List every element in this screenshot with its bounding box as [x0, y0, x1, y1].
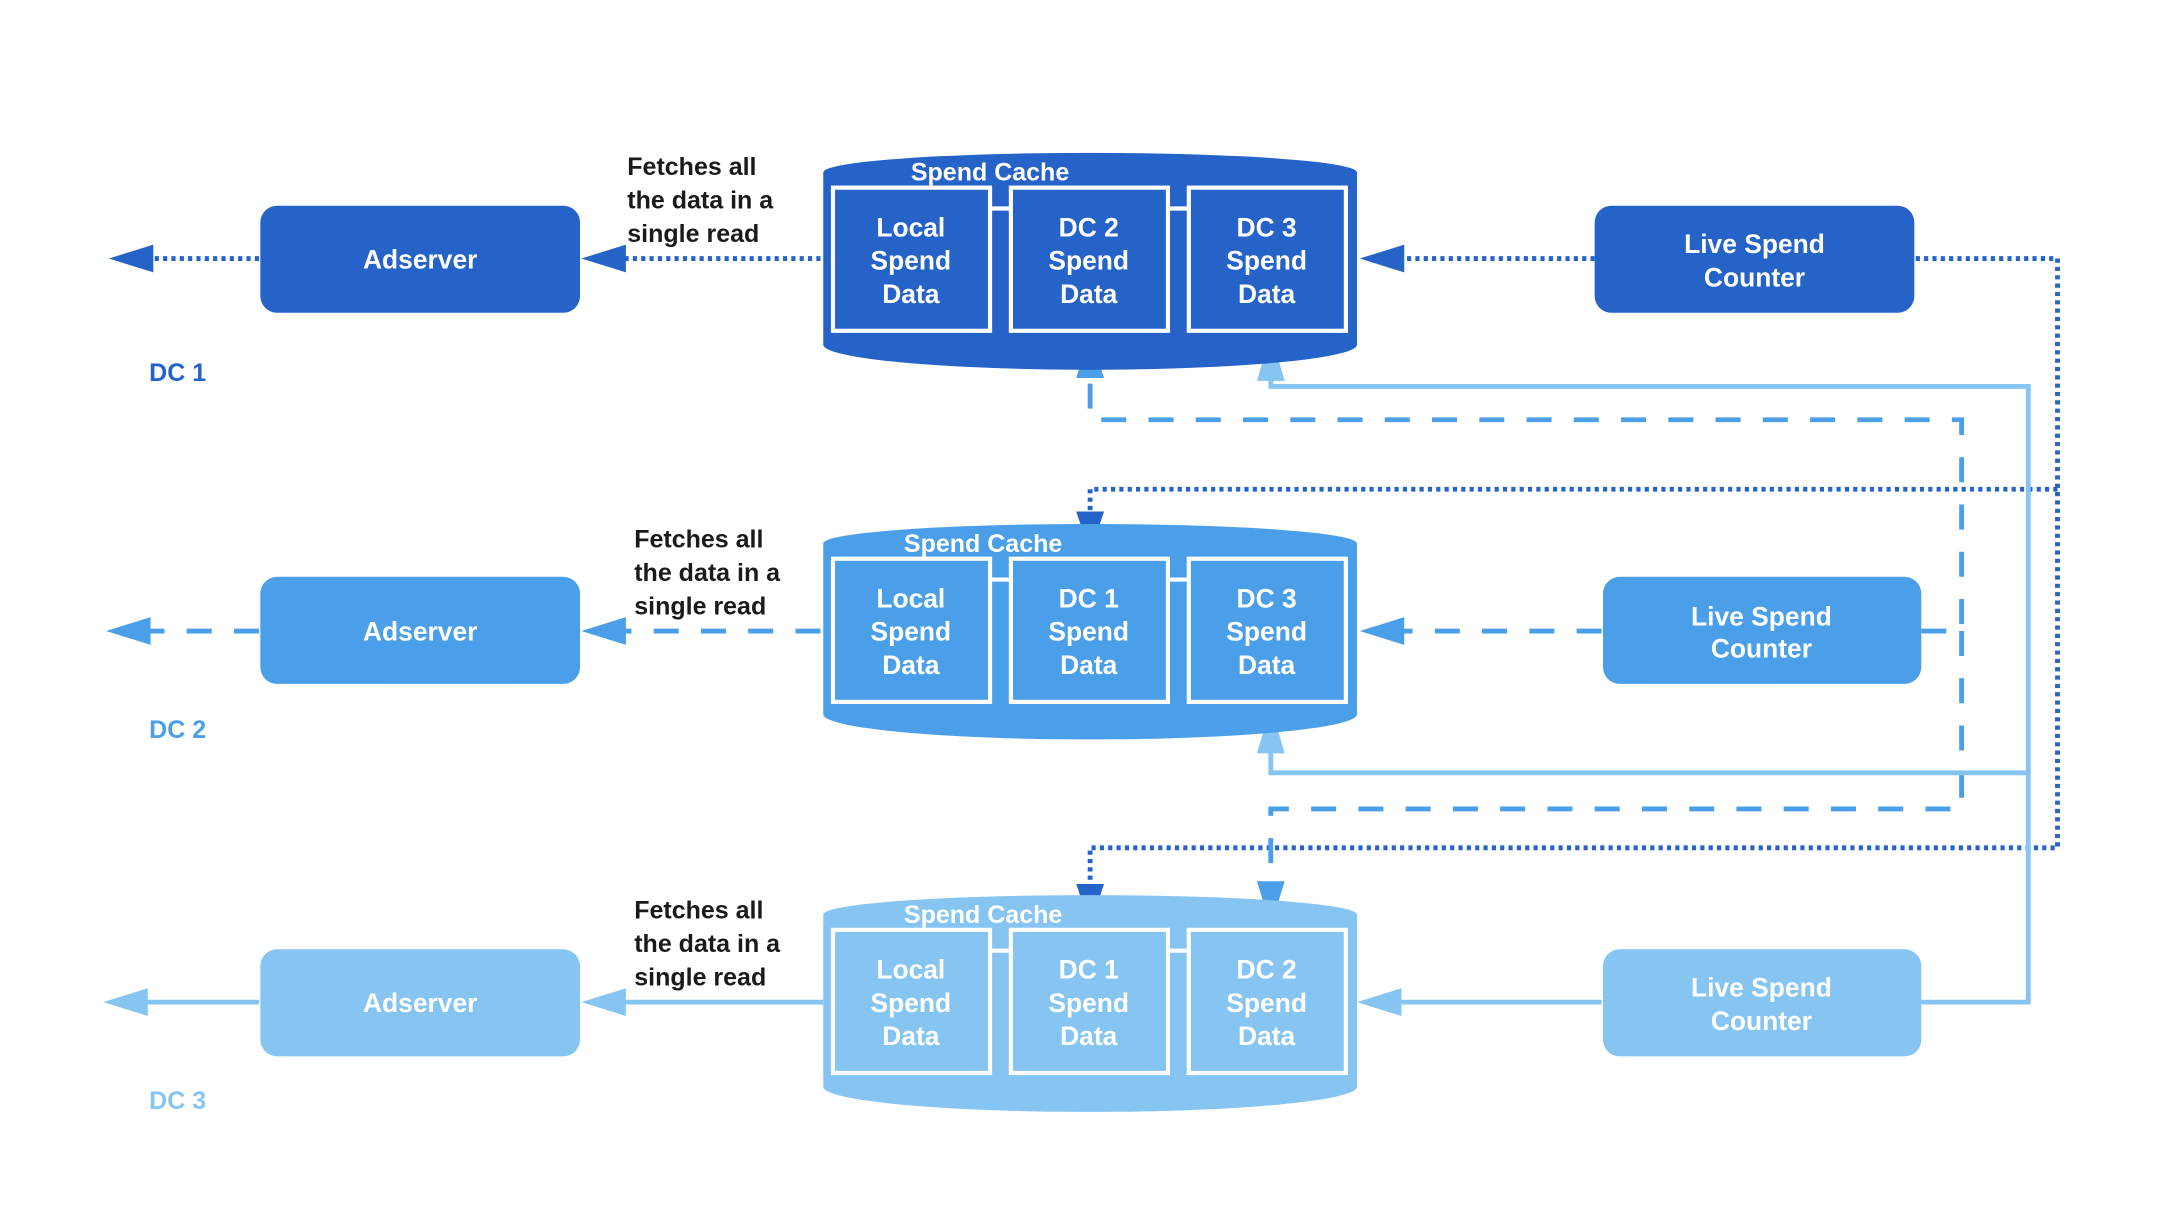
dc1-row: DC 1 Adserver Fetches all the data in a …	[149, 152, 1915, 387]
dc2-spend-cache[interactable]: Spend Cache Local Spend Data DC 1 Spend …	[823, 523, 1357, 740]
dc1-cache-title: Spend Cache	[911, 159, 1069, 187]
dc3-cache-to-adserver-arrow	[581, 988, 626, 1017]
dc1-counter-to-cache-arrow	[1359, 244, 1405, 273]
dc3-annotation: Fetches all the data in a single read	[634, 897, 781, 992]
dc3-cell-local: Local Spend Data	[870, 954, 951, 1051]
dc1-adserver-label: Adserver	[363, 244, 477, 274]
dc3-annotation-line-3: single read	[634, 963, 766, 991]
svg-text:Spend: Spend	[870, 617, 951, 647]
svg-text:Spend: Spend	[870, 246, 951, 276]
dc1-cell-dc2: DC 2 Spend Data	[1048, 212, 1129, 309]
svg-text:DC 1: DC 1	[1059, 583, 1119, 613]
dc1-counter-line-1: Live Spend	[1684, 229, 1825, 259]
dc3-counter-to-cache-arrow	[1356, 988, 1402, 1017]
svg-text:DC 3: DC 3	[1237, 212, 1297, 242]
svg-text:Local: Local	[876, 212, 945, 242]
dc2-cache-title: Spend Cache	[904, 530, 1062, 558]
dc1-annotation-line-1: Fetches all	[627, 153, 756, 181]
dc1-adserver-out-arrow	[108, 244, 154, 273]
dc2-cell-dc1: DC 1 Spend Data	[1048, 583, 1129, 680]
svg-text:Spend: Spend	[1226, 617, 1307, 647]
svg-text:Spend: Spend	[1048, 246, 1129, 276]
svg-text:Spend: Spend	[1048, 988, 1129, 1018]
dc1-live-spend-counter[interactable]: Live Spend Counter	[1594, 205, 1915, 313]
svg-text:Data: Data	[1238, 279, 1296, 309]
dc2-adserver-out-arrow	[106, 617, 151, 645]
dc2-adserver-node[interactable]: Adserver	[260, 576, 581, 684]
dc1-label: DC 1	[149, 359, 206, 387]
svg-text:Spend: Spend	[1226, 246, 1307, 276]
dc1-annotation-line-2: the data in a	[627, 186, 774, 214]
dc3-spend-cache[interactable]: Spend Cache Local Spend Data DC 1 Spend …	[823, 895, 1357, 1112]
dc2-annotation-line-2: the data in a	[634, 559, 781, 587]
svg-text:DC 2: DC 2	[1237, 954, 1297, 984]
dc3-label: DC 3	[149, 1087, 206, 1115]
dc2-adserver-label: Adserver	[363, 617, 477, 647]
svg-text:Data: Data	[882, 650, 940, 680]
svg-text:Spend: Spend	[1226, 988, 1307, 1018]
dc2-row: DC 2 Adserver Fetches all the data in a …	[149, 523, 1922, 744]
dc3-cache-title: Spend Cache	[904, 901, 1062, 929]
dc2-counter-line-2: Counter	[1711, 633, 1812, 663]
svg-text:Data: Data	[1238, 1021, 1296, 1051]
dc3-counter-to-dc2-line	[1268, 750, 2029, 776]
dc2-annotation-line-1: Fetches all	[634, 526, 763, 554]
svg-text:Data: Data	[882, 279, 940, 309]
dc3-counter-to-dc1-line	[1268, 378, 2031, 1005]
svg-text:Data: Data	[1060, 1021, 1118, 1051]
dc1-counter-to-dc2-line	[1087, 486, 2058, 518]
dc3-row: DC 3 Adserver Fetches all the data in a …	[149, 895, 1922, 1115]
dc2-counter-line-1: Live Spend	[1691, 601, 1832, 631]
svg-text:Local: Local	[876, 954, 945, 984]
dc1-spend-cache[interactable]: Spend Cache Local Spend Data DC 2 Spend …	[823, 152, 1357, 370]
svg-text:DC 1: DC 1	[1059, 954, 1119, 984]
dc1-adserver-node[interactable]: Adserver	[260, 205, 581, 313]
svg-text:Spend: Spend	[1048, 617, 1129, 647]
dc2-cell-local: Local Spend Data	[870, 583, 951, 680]
dc3-counter-line-1: Live Spend	[1691, 973, 1832, 1003]
dc3-cell-dc2: DC 2 Spend Data	[1226, 954, 1307, 1051]
dc1-cache-to-adserver-arrow	[581, 244, 626, 273]
dc3-adserver-node[interactable]: Adserver	[260, 949, 581, 1057]
dc3-adserver-label: Adserver	[363, 988, 477, 1018]
dc2-live-spend-counter[interactable]: Live Spend Counter	[1602, 576, 1922, 684]
svg-text:Data: Data	[1060, 650, 1118, 680]
dc3-cell-dc1: DC 1 Spend Data	[1048, 954, 1129, 1051]
dc2-cache-to-adserver-arrow	[581, 617, 626, 645]
dc2-counter-to-cache-arrow	[1359, 617, 1405, 645]
dc1-counter-line-2: Counter	[1704, 262, 1805, 292]
svg-text:DC 3: DC 3	[1237, 583, 1297, 613]
dc3-adserver-out-arrow	[103, 988, 148, 1017]
dc2-label: DC 2	[149, 716, 206, 744]
svg-text:Local: Local	[876, 583, 945, 613]
dc2-annotation: Fetches all the data in a single read	[634, 526, 781, 621]
dc1-annotation: Fetches all the data in a single read	[627, 153, 774, 248]
svg-text:Spend: Spend	[870, 988, 951, 1018]
svg-text:Data: Data	[1238, 650, 1296, 680]
dc3-live-spend-counter[interactable]: Live Spend Counter	[1602, 949, 1922, 1057]
dc3-annotation-line-2: the data in a	[634, 930, 781, 958]
spend-cache-replication-diagram: DC 1 Adserver Fetches all the data in a …	[103, 152, 2060, 1115]
dc2-annotation-line-3: single read	[634, 592, 766, 620]
svg-text:Data: Data	[882, 1021, 940, 1051]
svg-text:Data: Data	[1060, 279, 1118, 309]
svg-text:DC 2: DC 2	[1059, 212, 1119, 242]
dc3-counter-line-2: Counter	[1711, 1006, 1812, 1036]
dc1-cell-dc3: DC 3 Spend Data	[1226, 212, 1307, 309]
dc3-annotation-line-1: Fetches all	[634, 897, 763, 925]
dc2-cell-dc3: DC 3 Spend Data	[1226, 583, 1307, 680]
dc1-annotation-line-3: single read	[627, 220, 759, 248]
dc1-cell-local: Local Spend Data	[870, 212, 951, 309]
